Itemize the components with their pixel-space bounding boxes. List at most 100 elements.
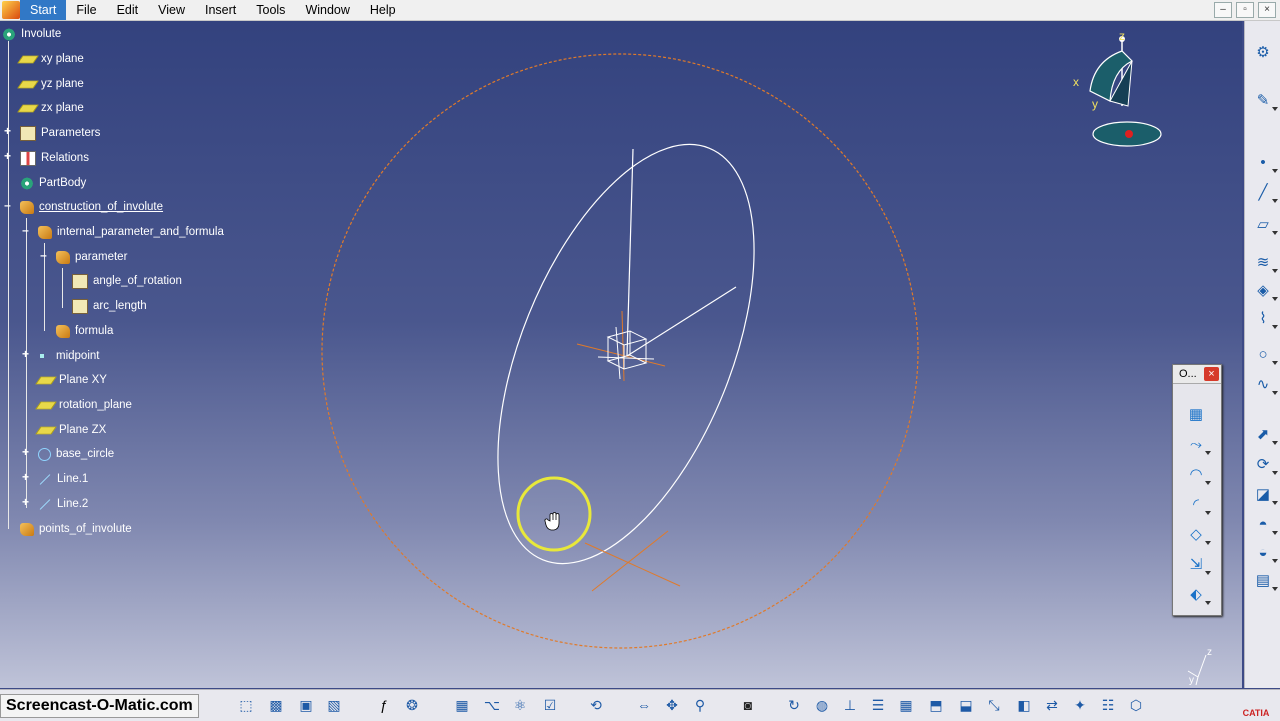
menu-view[interactable]: View: [148, 0, 195, 20]
tree-item-plane-zx[interactable]: Plane ZX: [35, 420, 106, 440]
tree-item-label: construction_of_involute: [39, 201, 164, 213]
circle-tool-icon[interactable]: ○: [1253, 345, 1278, 365]
minimize-button[interactable]: –: [1214, 2, 1232, 18]
intersection-tool-icon[interactable]: ◈: [1253, 281, 1278, 301]
expand-plus-icon[interactable]: +: [21, 348, 30, 360]
tree-item-formula[interactable]: formula: [56, 321, 113, 341]
update-icon[interactable]: ⟲: [586, 696, 606, 714]
offset-tool-icon[interactable]: ▤: [1253, 571, 1278, 591]
menu-window[interactable]: Window: [295, 0, 359, 20]
tree-item-relations[interactable]: Relations: [20, 148, 89, 168]
tree-item-arc-length[interactable]: arc_length: [72, 296, 147, 316]
revolve-tool-icon[interactable]: ⟳: [1253, 455, 1278, 475]
compass-widget[interactable]: x y z: [1072, 29, 1182, 161]
collapse-minus-icon[interactable]: –: [39, 249, 48, 261]
reaction-icon[interactable]: ⚛: [510, 696, 530, 714]
normal-view-icon[interactable]: ⬒: [926, 696, 946, 714]
check-icon[interactable]: ☑: [540, 696, 560, 714]
palette-title-bar[interactable]: O... ×: [1173, 365, 1221, 384]
menu-start[interactable]: Start: [20, 0, 67, 20]
layers-icon[interactable]: ☰: [868, 696, 888, 714]
join-tool-icon[interactable]: ▦: [1186, 405, 1206, 423]
tree-item-zx-plane[interactable]: zx plane: [17, 98, 84, 118]
line-tool-icon[interactable]: ╱: [1253, 183, 1278, 203]
tree-item-parameters[interactable]: Parameters: [20, 123, 100, 143]
blend-tool-icon[interactable]: ◒: [1253, 543, 1278, 563]
menu-edit[interactable]: Edit: [107, 0, 149, 20]
collapse-minus-icon[interactable]: –: [21, 224, 30, 236]
swap-visible-icon[interactable]: ⇄: [1042, 696, 1062, 714]
expand-plus-icon[interactable]: +: [3, 125, 12, 137]
fit-all-icon[interactable]: ⇔: [634, 696, 654, 714]
transform-tool-icon[interactable]: ⬖: [1186, 585, 1211, 605]
zoom-icon[interactable]: ⚲: [690, 696, 710, 714]
knowledge-icon[interactable]: ❂: [402, 696, 422, 714]
tree-item-plane-xy[interactable]: Plane XY: [35, 370, 107, 390]
iso-view-icon[interactable]: ⬓: [956, 696, 976, 714]
floating-operations-palette[interactable]: O... × ▦ ⤳ ◠ ◜ ◇ ⇲ ⬖: [1172, 364, 1222, 616]
boundary-tool-icon[interactable]: ◠: [1186, 465, 1211, 485]
tree-item-partbody[interactable]: PartBody: [20, 173, 86, 193]
palette-close-button[interactable]: ×: [1204, 367, 1219, 381]
point-tool-icon[interactable]: •: [1253, 153, 1278, 173]
light-icon[interactable]: ✦: [1070, 696, 1090, 714]
extrude-tool-icon[interactable]: ⬈: [1253, 425, 1278, 445]
table-icon[interactable]: ▦: [452, 696, 472, 714]
tree-item-points-of-involute[interactable]: points_of_involute: [20, 519, 132, 539]
hide-show-icon[interactable]: ◧: [1014, 696, 1034, 714]
menu-insert[interactable]: Insert: [195, 0, 246, 20]
grid-icon[interactable]: ▦: [896, 696, 916, 714]
tree-item-angle-of-rotation[interactable]: angle_of_rotation: [72, 271, 182, 291]
sketcher-icon[interactable]: ✎: [1253, 91, 1278, 111]
tree-item-internal-parameter-and-formula[interactable]: internal_parameter_and_formula: [38, 222, 224, 242]
catia-app-icon[interactable]: [2, 1, 20, 19]
close-button[interactable]: ×: [1258, 2, 1276, 18]
tree-structure-icon[interactable]: ⌥: [482, 696, 502, 714]
sketch-view-icon[interactable]: ▣: [296, 696, 316, 714]
pan-icon[interactable]: ✥: [662, 696, 682, 714]
workbench-icon[interactable]: ⚙: [1253, 43, 1273, 61]
rotate-icon[interactable]: ↻: [784, 696, 804, 714]
tree-item-line-2[interactable]: Line.2: [38, 494, 88, 514]
tree-item-midpoint[interactable]: midpoint: [40, 346, 99, 366]
expand-plus-icon[interactable]: +: [21, 496, 30, 508]
tree-item-base-circle[interactable]: base_circle: [38, 444, 114, 464]
tree-item-rotation-plane[interactable]: rotation_plane: [35, 395, 132, 415]
properties-icon[interactable]: ☷: [1098, 696, 1118, 714]
menu-help[interactable]: Help: [360, 0, 406, 20]
globe-icon[interactable]: ◍: [812, 696, 832, 714]
menu-tools[interactable]: Tools: [246, 0, 295, 20]
sweep-tool-icon[interactable]: ◪: [1253, 485, 1278, 505]
formula-icon[interactable]: ƒ: [374, 696, 394, 714]
expand-plus-icon[interactable]: +: [21, 471, 30, 483]
restore-button[interactable]: ▫: [1236, 2, 1254, 18]
projection-tool-icon[interactable]: ≋: [1253, 253, 1278, 273]
plane-tool-icon[interactable]: ▱: [1253, 215, 1278, 235]
tree-item-line-1[interactable]: Line.1: [38, 469, 88, 489]
tree-item-parameter[interactable]: parameter: [56, 247, 127, 267]
capture-icon[interactable]: ◙: [738, 696, 758, 714]
tree-branch-line: [26, 218, 27, 508]
translate-tool-icon[interactable]: ◇: [1186, 525, 1211, 545]
tree-root[interactable]: Involute: [2, 24, 61, 44]
measure-icon[interactable]: ⤡: [984, 696, 1004, 714]
split-tool-icon[interactable]: ⤳: [1186, 435, 1211, 455]
tree-item-construction-of-involute[interactable]: construction_of_involute: [20, 197, 163, 217]
spline-tool-icon[interactable]: ∿: [1253, 375, 1278, 395]
tree-item-yz-plane[interactable]: yz plane: [17, 74, 84, 94]
collapse-minus-icon[interactable]: –: [3, 199, 12, 211]
expand-plus-icon[interactable]: +: [3, 150, 12, 162]
image-view-icon[interactable]: ▧: [324, 696, 344, 714]
parallel-curve-tool-icon[interactable]: ⌇: [1253, 309, 1278, 329]
tree-item-xy-plane[interactable]: xy plane: [17, 49, 84, 69]
cube-view-icon[interactable]: ⬚: [236, 696, 256, 714]
expand-plus-icon[interactable]: +: [21, 446, 30, 458]
fill-tool-icon[interactable]: ◓: [1253, 515, 1278, 535]
mesh-view-icon[interactable]: ▩: [266, 696, 286, 714]
fillet-tool-icon[interactable]: ◜: [1186, 495, 1211, 515]
axis-icon[interactable]: ⊥: [840, 696, 860, 714]
extrapolate-tool-icon[interactable]: ⇲: [1186, 555, 1211, 575]
3d-viewport[interactable]: Involute xy plane yz plane zx plane + Pa…: [0, 21, 1242, 688]
menu-file[interactable]: File: [66, 0, 106, 20]
material-icon[interactable]: ⬡: [1126, 696, 1146, 714]
